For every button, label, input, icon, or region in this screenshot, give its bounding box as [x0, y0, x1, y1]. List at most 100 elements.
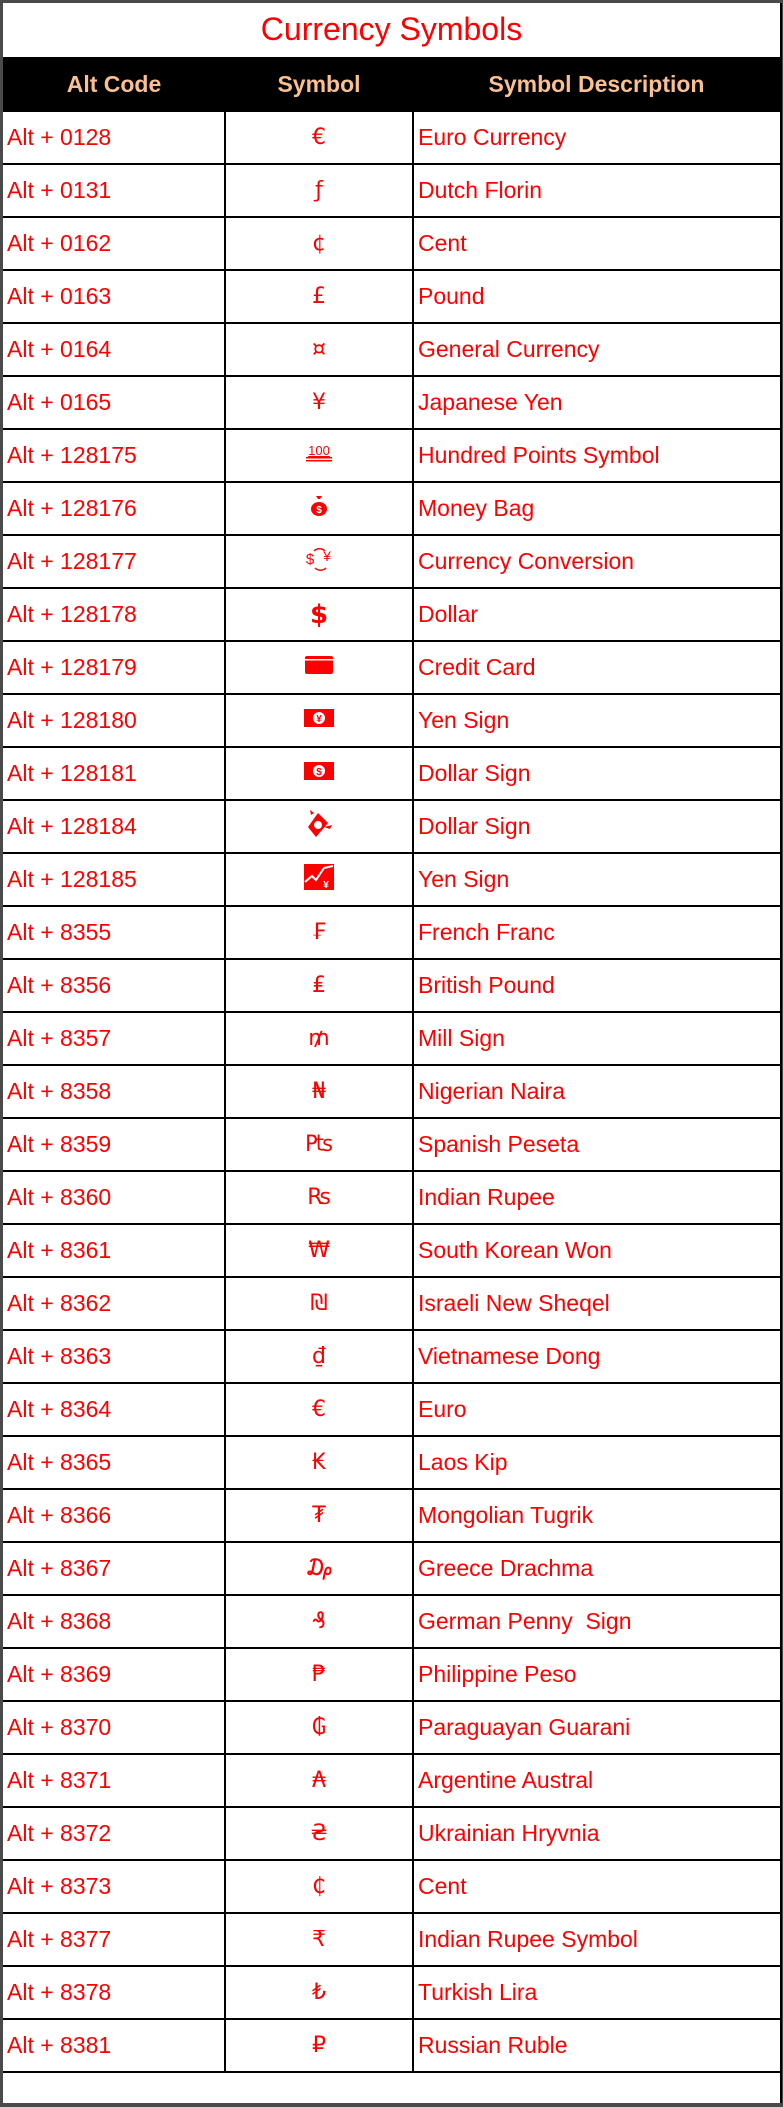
table-row: Alt + 8370 ₲ Paraguayan Guarani	[3, 1700, 780, 1755]
column-header-description: Symbol Description	[488, 71, 705, 97]
alt-code-cell: Alt + 8363	[3, 1329, 226, 1384]
currency-symbol: €	[312, 125, 326, 150]
description-cell: Indian Rupee	[412, 1170, 780, 1225]
alt-code-cell: Alt + 0164	[3, 322, 226, 377]
symbol-cell: ₧	[224, 1117, 414, 1172]
currency-symbol: ₥	[308, 1026, 330, 1051]
symbol-cell: $ ¥	[224, 534, 414, 589]
currency-symbol: ₱	[312, 1662, 326, 1687]
description-cell: Pound	[412, 269, 780, 324]
svg-text:¥: ¥	[316, 714, 322, 725]
symbol-cell: £	[224, 269, 414, 324]
table-row: Alt + 8369 ₱ Philippine Peso	[3, 1647, 780, 1702]
table-row: Alt + 0163 £ Pound	[3, 269, 780, 324]
currency-symbol: ₳	[312, 1768, 326, 1793]
description-cell: Philippine Peso	[412, 1647, 780, 1702]
table-row: Alt + 128176 $ Money Bag	[3, 481, 780, 536]
description-cell: Dollar Sign	[412, 746, 780, 801]
table-row: Alt + 8373 ₵ Cent	[3, 1859, 780, 1914]
description-cell: Yen Sign	[412, 693, 780, 748]
table-row: Alt + 128179 Credit Card	[3, 640, 780, 695]
symbol-cell: $	[224, 481, 414, 536]
description-cell: Greece Drachma	[412, 1541, 780, 1596]
column-header-symbol: Symbol	[277, 71, 361, 97]
currency-symbol: ₯	[305, 1556, 333, 1581]
currency-symbol: ₧	[305, 1132, 333, 1157]
chart-yen-icon: ¥	[304, 863, 334, 896]
currency-symbol: ₲	[312, 1715, 326, 1740]
symbol-cell: ₣	[224, 905, 414, 960]
description-cell: Yen Sign	[412, 852, 780, 907]
description-cell: Euro	[412, 1382, 780, 1437]
table-row: Alt + 8364 € Euro	[3, 1382, 780, 1437]
currency-symbol: ₪	[310, 1291, 328, 1316]
alt-code-cell: Alt + 128176	[3, 481, 226, 536]
alt-code-cell: Alt + 128179	[3, 640, 226, 695]
table-row: Alt + 8378 ₺ Turkish Lira	[3, 1965, 780, 2020]
table-row: Alt + 8361 ₩ South Korean Won	[3, 1223, 780, 1278]
symbol-cell: ƒ	[224, 163, 414, 218]
dollar-banknote-icon: $	[304, 761, 334, 786]
symbol-cell: ₽	[224, 2018, 414, 2073]
symbol-cell: ₭	[224, 1435, 414, 1490]
table-row: Alt + 128180 ¥ Yen Sign	[3, 693, 780, 748]
currency-symbol: ₦	[312, 1079, 326, 1104]
svg-text:¥: ¥	[323, 880, 329, 890]
description-cell: Spanish Peseta	[412, 1117, 780, 1172]
description-cell: General Currency	[412, 322, 780, 377]
currency-symbol: £	[312, 284, 326, 309]
description-cell: Credit Card	[412, 640, 780, 695]
table-row: Alt + 8355 ₣ French Franc	[3, 905, 780, 960]
description-cell: Nigerian Naira	[412, 1064, 780, 1119]
description-cell: Dollar Sign	[412, 799, 780, 854]
description-cell: British Pound	[412, 958, 780, 1013]
alt-code-cell: Alt + 8365	[3, 1435, 226, 1490]
symbol-cell: ¥	[224, 852, 414, 907]
description-cell: Cent	[412, 1859, 780, 1914]
description-cell: Mill Sign	[412, 1011, 780, 1066]
symbol-cell: $	[224, 587, 414, 642]
symbol-cell: ₤	[224, 958, 414, 1013]
symbol-cell: ₳	[224, 1753, 414, 1808]
symbol-cell: ¥	[224, 375, 414, 430]
symbol-cell: 100	[224, 428, 414, 483]
symbol-cell: ₩	[224, 1223, 414, 1278]
currency-symbol: ₤	[312, 973, 326, 998]
alt-code-cell: Alt + 128180	[3, 693, 226, 748]
table-row: Alt + 8381 ₽ Russian Ruble	[3, 2018, 780, 2073]
heavy-dollar-icon: $	[309, 599, 329, 630]
table-row: Alt + 0165 ¥ Japanese Yen	[3, 375, 780, 430]
symbol-cell: ₮	[224, 1488, 414, 1543]
currency-symbol: €	[312, 1397, 326, 1422]
symbol-cell: $	[224, 746, 414, 801]
currency-symbol: ₫	[312, 1344, 326, 1369]
table-row: Alt + 8356 ₤ British Pound	[3, 958, 780, 1013]
description-cell: Laos Kip	[412, 1435, 780, 1490]
currency-symbol: ₵	[312, 1874, 326, 1899]
description-cell: Mongolian Tugrik	[412, 1488, 780, 1543]
description-cell: Euro Currency	[412, 112, 780, 165]
symbol-cell: ₹	[224, 1912, 414, 1967]
table-row: Alt + 0128 € Euro Currency	[3, 112, 780, 165]
svg-text:100: 100	[308, 443, 330, 458]
credit-card-icon	[304, 655, 334, 681]
description-cell: Money Bag	[412, 481, 780, 536]
alt-code-cell: Alt + 8371	[3, 1753, 226, 1808]
table-row: Alt + 8362 ₪ Israeli New Sheqel	[3, 1276, 780, 1331]
alt-code-cell: Alt + 8361	[3, 1223, 226, 1278]
description-cell: Hundred Points Symbol	[412, 428, 780, 483]
alt-code-cell: Alt + 0165	[3, 375, 226, 430]
currency-symbol: ₴	[310, 1821, 328, 1846]
description-cell: German Penny Sign	[412, 1594, 780, 1649]
table-row: Alt + 128185 ¥ Yen Sign	[3, 852, 780, 907]
currency-symbol: ƒ	[315, 178, 323, 203]
symbol-cell: ₦	[224, 1064, 414, 1119]
alt-code-cell: Alt + 8377	[3, 1912, 226, 1967]
table-row: Alt + 8357 ₥ Mill Sign	[3, 1011, 780, 1066]
table-row: Alt + 8368 ₰ German Penny Sign	[3, 1594, 780, 1649]
table-row: Alt + 8366 ₮ Mongolian Tugrik	[3, 1488, 780, 1543]
currency-symbol: ¢	[312, 231, 326, 256]
symbol-cell: ₲	[224, 1700, 414, 1755]
symbol-cell: €	[224, 112, 414, 165]
currency-symbol: ₽	[312, 2033, 326, 2058]
